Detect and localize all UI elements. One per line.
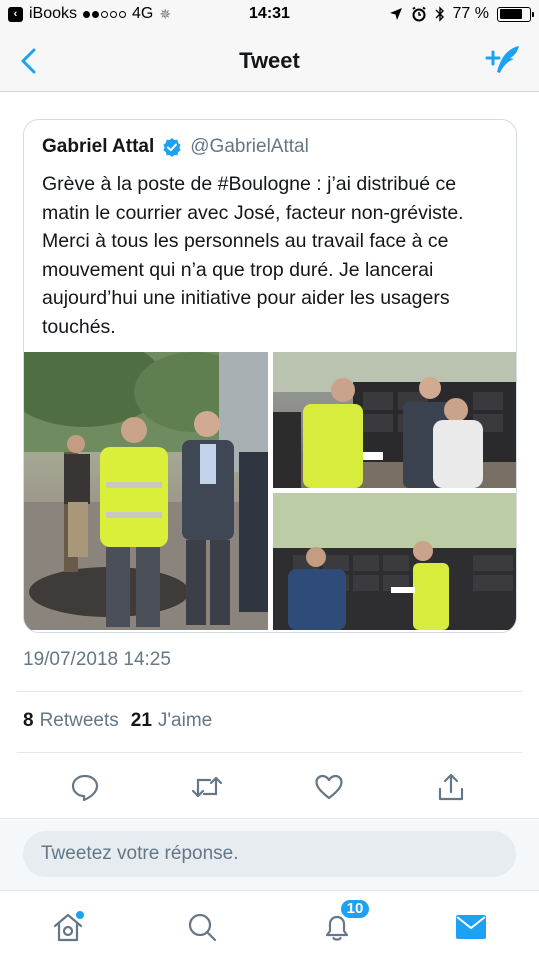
home-icon — [53, 911, 84, 942]
reply-button[interactable] — [65, 767, 105, 807]
notifications-badge: 10 — [339, 898, 371, 920]
tweet-timestamp: 19/07/2018 14:25 — [23, 649, 171, 670]
compose-tweet-icon[interactable] — [483, 42, 523, 80]
tab-messages[interactable] — [449, 905, 493, 949]
photo-street-scene — [24, 352, 268, 630]
retweets-count[interactable]: 8 — [23, 710, 34, 732]
retweet-button[interactable] — [187, 767, 227, 807]
battery-icon — [497, 6, 534, 22]
like-button[interactable] — [309, 767, 349, 807]
status-bar: ‹ iBooks 4G ✵ 14:31 77 % — [0, 0, 539, 30]
envelope-icon — [456, 915, 486, 939]
location-icon — [389, 8, 402, 20]
tab-bar — [0, 890, 539, 960]
retweet-icon — [191, 776, 223, 798]
reply-icon — [71, 774, 99, 802]
divider — [17, 691, 522, 692]
navigation-bar: Tweet — [0, 30, 539, 92]
photo-mailboxes-scene — [273, 352, 516, 488]
share-icon — [438, 773, 464, 801]
share-button[interactable] — [431, 767, 471, 807]
search-icon — [188, 913, 217, 942]
tweet-stats: 8 Retweets 21 J'aime — [23, 710, 218, 732]
tweet-photo-3[interactable] — [273, 493, 516, 630]
tweet-author[interactable]: Gabriel Attal @GabrielAttal — [42, 136, 309, 158]
status-right: 77 % — [389, 5, 534, 23]
reply-input[interactable] — [23, 831, 516, 877]
tab-home[interactable] — [46, 905, 90, 949]
verified-badge-icon — [163, 138, 181, 157]
divider — [17, 752, 522, 753]
tweet-photo-2[interactable] — [273, 352, 516, 488]
tweet-actions — [0, 767, 539, 807]
author-handle[interactable]: @GabrielAttal — [190, 136, 309, 158]
tweet-photo-1[interactable] — [24, 352, 268, 630]
tweet-text: Grève à la poste de #Boulogne : j’ai dis… — [42, 173, 464, 338]
tweet-media-grid — [24, 352, 516, 632]
likes-count[interactable]: 21 — [131, 710, 152, 732]
bluetooth-icon — [435, 6, 444, 22]
photo-sorting-mail-scene — [273, 493, 516, 630]
tab-search[interactable] — [180, 905, 224, 949]
tweet-card[interactable]: Gabriel Attal @GabrielAttal Grève à la p… — [23, 119, 517, 633]
alarm-icon — [411, 6, 426, 22]
heart-icon — [315, 774, 343, 800]
reply-composer — [0, 818, 539, 890]
author-name[interactable]: Gabriel Attal — [42, 136, 154, 158]
likes-label[interactable]: J'aime — [158, 710, 212, 732]
retweets-label[interactable]: Retweets — [40, 710, 119, 732]
page-title: Tweet — [239, 48, 300, 73]
battery-level-fill — [499, 9, 522, 19]
battery-percent: 77 % — [452, 5, 489, 22]
